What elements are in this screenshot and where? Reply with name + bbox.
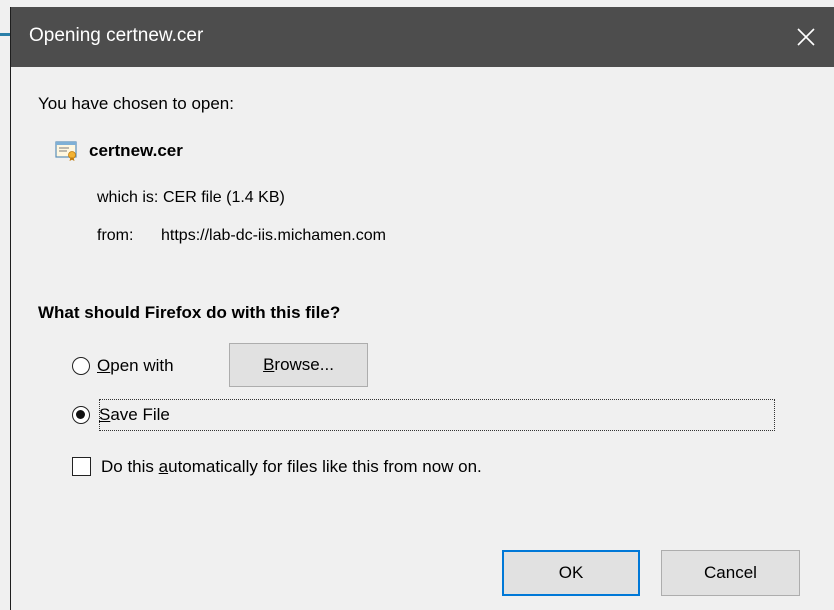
dialog-title: Opening certnew.cer [29, 25, 204, 46]
open-with-label[interactable]: Open with [97, 356, 174, 376]
auto-action-label-after: utomatically for files like this from no… [168, 457, 482, 476]
intro-text: You have chosen to open: [38, 94, 234, 113]
auto-action-access-key: a [158, 457, 169, 476]
close-button[interactable] [778, 7, 834, 67]
auto-action-label[interactable]: Do this automatically for files like thi… [101, 457, 482, 477]
which-is-label: which is: [97, 189, 159, 206]
file-type-value: CER file (1.4 KB) [163, 189, 285, 206]
close-icon [797, 28, 815, 46]
browse-label-rest: rowse... [274, 355, 334, 374]
save-file-label-rest: ave File [110, 405, 170, 424]
save-file-radio[interactable] [72, 406, 90, 424]
auto-action-label-before: Do this [101, 457, 159, 476]
source-url-value: https://lab-dc-iis.michamen.com [161, 227, 386, 244]
save-file-focus-outline [99, 399, 775, 431]
from-label: from: [97, 227, 134, 244]
action-question: What should Firefox do with this file? [38, 303, 341, 322]
save-file-access-key: S [99, 405, 111, 424]
file-open-dialog: Opening certnew.cer You have chosen to o… [10, 7, 834, 610]
open-with-radio[interactable] [72, 357, 90, 375]
browse-button[interactable]: Browse... [229, 343, 368, 387]
file-name: certnew.cer [89, 141, 183, 160]
file-name-row: certnew.cer [55, 140, 183, 162]
certificate-file-icon [55, 141, 77, 161]
ok-button[interactable]: OK [502, 550, 640, 596]
title-bar: Opening certnew.cer [11, 7, 834, 67]
cancel-button[interactable]: Cancel [661, 550, 800, 596]
open-with-access-key: O [97, 356, 111, 375]
open-with-label-rest: pen with [110, 356, 174, 375]
dialog-body: You have chosen to open: certnew.cer whi… [11, 67, 834, 610]
auto-action-checkbox[interactable] [72, 457, 91, 476]
browse-access-key: B [263, 355, 275, 374]
save-file-label[interactable]: Save File [99, 405, 170, 425]
